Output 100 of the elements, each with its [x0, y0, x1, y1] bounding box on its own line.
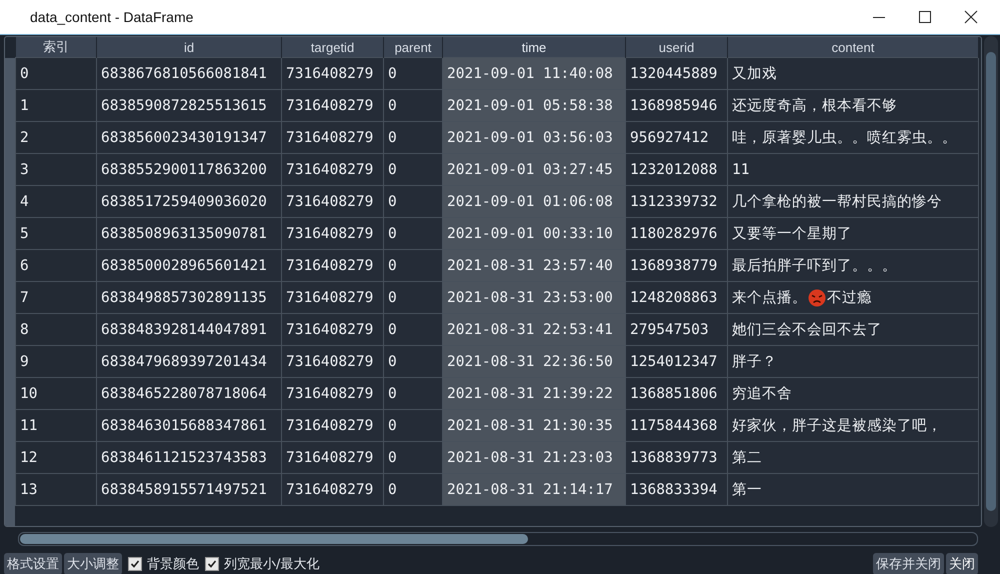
- table-cell: 6838458915571497521: [96, 474, 282, 506]
- cell-text: 不过瘾: [827, 288, 872, 307]
- table-cell: 7316408279: [282, 410, 384, 442]
- column-header[interactable]: id: [96, 37, 282, 58]
- table-cell: 6838479689397201434: [96, 346, 282, 378]
- checkbox[interactable]: [205, 557, 219, 571]
- vertical-scrollbar[interactable]: [984, 36, 998, 527]
- table-cell: 6838560023430191347: [96, 122, 282, 154]
- table-cell: 6838500028965601421: [96, 250, 282, 282]
- table-cell: 11: [16, 410, 96, 442]
- table-cell: 0: [16, 58, 96, 90]
- checkbox[interactable]: [128, 557, 142, 571]
- table-cell: 2021-08-31 21:14:17: [442, 474, 626, 506]
- table-cell: 1368851806: [626, 378, 728, 410]
- toolbar-button[interactable]: 格式设置: [4, 553, 62, 574]
- table-cell: 2021-09-01 01:06:08: [442, 186, 626, 218]
- table-cell: 7316408279: [282, 58, 384, 90]
- table-cell: 7316408279: [282, 154, 384, 186]
- table-cell: 1254012347: [626, 346, 728, 378]
- table-cell: 6838552900117863200: [96, 154, 282, 186]
- table-cell: 6838483928144047891: [96, 314, 282, 346]
- table-cell: 0: [384, 186, 442, 218]
- table-cell: 穷追不舍: [728, 378, 978, 410]
- table-cell: 0: [384, 314, 442, 346]
- table-cell: 2021-09-01 11:40:08: [442, 58, 626, 90]
- table-cell: 几个拿枪的被一帮村民搞的惨兮: [728, 186, 978, 218]
- table-cell: 1312339732: [626, 186, 728, 218]
- table-cell: 6838508963135090781: [96, 218, 282, 250]
- table-cell: 10: [16, 378, 96, 410]
- table-cell: 又要等一个星期了: [728, 218, 978, 250]
- column-header[interactable]: parent: [384, 37, 442, 58]
- table-cell: 哇，原著婴儿虫。。喷红雾虫。。: [728, 122, 978, 154]
- table-cell: 7316408279: [282, 122, 384, 154]
- cell-text: 来个点播。: [732, 289, 807, 307]
- table-cell: 最后拍胖子吓到了。。。: [728, 250, 978, 282]
- table-cell: 7316408279: [282, 282, 384, 314]
- table-cell: 6838676810566081841: [96, 58, 282, 90]
- maximize-icon[interactable]: [918, 10, 932, 24]
- table-cell: 0: [384, 90, 442, 122]
- table-cell: 7316408279: [282, 474, 384, 506]
- table-cell: 0: [384, 154, 442, 186]
- action-button[interactable]: 保存并关闭: [873, 553, 944, 574]
- table-cell: 1368938779: [626, 250, 728, 282]
- table-cell: 6838498857302891135: [96, 282, 282, 314]
- table-cell: 7316408279: [282, 378, 384, 410]
- table-cell: 0: [384, 282, 442, 314]
- table-cell: 7: [16, 282, 96, 314]
- table-cell: 她们三会不会回不去了: [728, 314, 978, 346]
- table-cell: 2021-08-31 22:53:41: [442, 314, 626, 346]
- table-cell: 0: [384, 58, 442, 90]
- table-cell: 1320445889: [626, 58, 728, 90]
- table-cell: 第一: [728, 474, 978, 506]
- table-cell: 2: [16, 122, 96, 154]
- table-cell: 1248208863: [626, 282, 728, 314]
- window-title: data_content - DataFrame: [30, 9, 194, 25]
- table-cell: 7316408279: [282, 90, 384, 122]
- table-cell: 279547503: [626, 314, 728, 346]
- table-cell: 好家伙，胖子这是被感染了吧，: [728, 410, 978, 442]
- table-cell: 2021-09-01 03:27:45: [442, 154, 626, 186]
- table-cell: 0: [384, 250, 442, 282]
- angry-emoji-icon: [808, 288, 826, 306]
- table-cell: 5: [16, 218, 96, 250]
- table-cell: 0: [384, 378, 442, 410]
- table-cell: 7316408279: [282, 186, 384, 218]
- table-cell: 7316408279: [282, 250, 384, 282]
- column-header[interactable]: content: [728, 37, 978, 58]
- table-cell: 7316408279: [282, 442, 384, 474]
- table-cell: 2021-08-31 23:53:00: [442, 282, 626, 314]
- table-cell: 2021-08-31 21:39:22: [442, 378, 626, 410]
- table-cell: 7316408279: [282, 346, 384, 378]
- table-cell: 956927412: [626, 122, 728, 154]
- column-header[interactable]: 索引: [16, 37, 96, 58]
- table-cell: 又加戏: [728, 58, 978, 90]
- close-icon[interactable]: [964, 10, 978, 24]
- column-header[interactable]: time: [442, 37, 626, 58]
- checkbox-label[interactable]: 背景颜色: [147, 555, 199, 573]
- table-cell: 还远度奇高，根本看不够: [728, 90, 978, 122]
- action-button[interactable]: 关闭: [946, 553, 978, 574]
- table-cell: 2021-08-31 21:30:35: [442, 410, 626, 442]
- horizontal-scrollbar[interactable]: [18, 532, 978, 546]
- table-cell: 6838463015688347861: [96, 410, 282, 442]
- table-cell: 1368985946: [626, 90, 728, 122]
- table-cell: 2021-09-01 00:33:10: [442, 218, 626, 250]
- table-cell: 9: [16, 346, 96, 378]
- table-cell: 1232012088: [626, 154, 728, 186]
- table-cell: 7316408279: [282, 314, 384, 346]
- table-cell: 8: [16, 314, 96, 346]
- table-cell: 6: [16, 250, 96, 282]
- table-cell: 1180282976: [626, 218, 728, 250]
- table-cell: 第二: [728, 442, 978, 474]
- table-cell: 0: [384, 474, 442, 506]
- toolbar-button[interactable]: 大小调整: [64, 553, 122, 574]
- table-cell: 2021-08-31 22:36:50: [442, 346, 626, 378]
- scrollbar-thumb[interactable]: [20, 534, 528, 544]
- table-cell: 1: [16, 90, 96, 122]
- column-header[interactable]: userid: [626, 37, 728, 58]
- checkbox-label[interactable]: 列宽最小/最大化: [224, 555, 320, 573]
- column-header[interactable]: targetid: [282, 37, 384, 58]
- scrollbar-thumb[interactable]: [986, 52, 996, 511]
- table-cell: 6838517259409036020: [96, 186, 282, 218]
